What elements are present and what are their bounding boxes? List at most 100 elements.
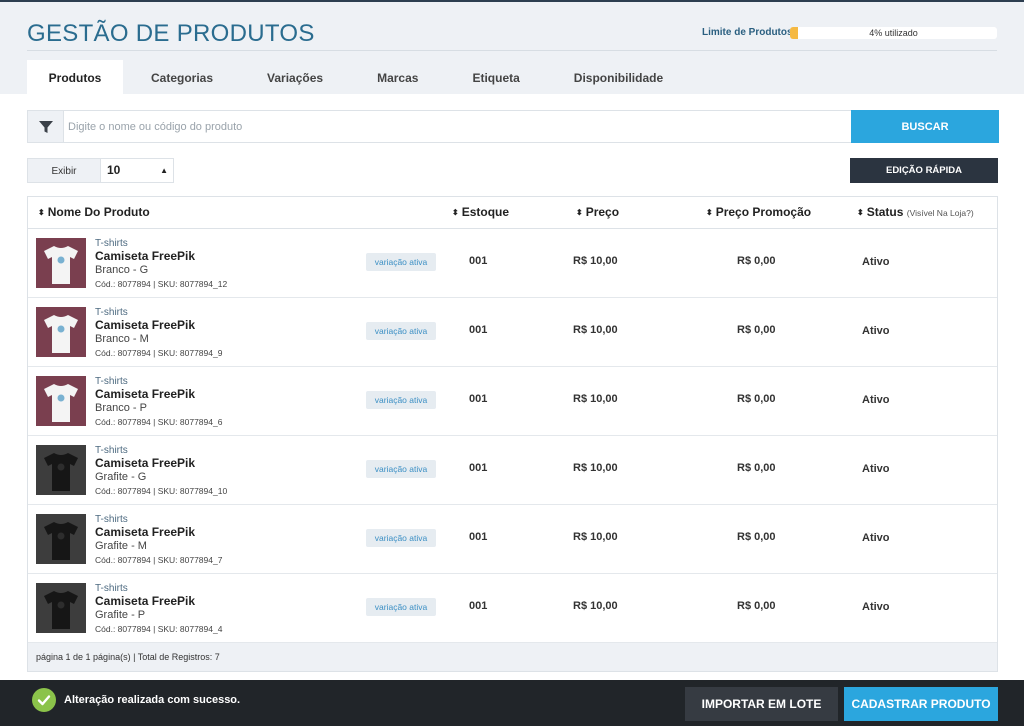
tab-bar: Produtos Categorias Variações Marcas Eti… (27, 60, 687, 96)
column-status-label: Status (866, 205, 904, 219)
promo-price-cell[interactable]: R$ 0,00 (737, 393, 776, 405)
promo-price-cell[interactable]: R$ 0,00 (737, 531, 776, 543)
column-header-status[interactable]: ⬍ Status (Visível Na Loja?) (857, 197, 974, 229)
column-price-label: Preço (585, 205, 620, 219)
sort-icon: ⬍ (706, 208, 713, 217)
product-thumbnail[interactable] (36, 514, 86, 564)
product-thumbnail[interactable] (36, 238, 86, 288)
table-footer: página 1 de 1 página(s) | Total de Regis… (27, 643, 998, 672)
product-code: Cód.: 8077894 | SKU: 8077894_6 (95, 417, 223, 427)
product-limit-progress: 4% utilizado (790, 27, 997, 39)
product-code: Cód.: 8077894 | SKU: 8077894_10 (95, 486, 228, 496)
status-cell[interactable]: Ativo (862, 325, 890, 337)
variation-active-badge: variação ativa (366, 253, 436, 271)
table-row[interactable]: T-shirts Camiseta FreePik Branco - M Cód.: … (28, 298, 997, 367)
table-row[interactable]: T-shirts Camiseta FreePik Grafite - M Cód.:… (28, 505, 997, 574)
select-arrows-icon: ▲ (160, 166, 168, 175)
price-cell[interactable]: R$ 10,00 (573, 255, 618, 267)
price-cell[interactable]: R$ 10,00 (573, 462, 618, 474)
column-name-label: Nome Do Produto (47, 205, 150, 219)
price-cell[interactable]: R$ 10,00 (573, 393, 618, 405)
stock-cell[interactable]: 001 (469, 255, 487, 267)
filter-button[interactable] (28, 111, 64, 142)
variation-active-badge: variação ativa (366, 529, 436, 547)
product-name[interactable]: Camiseta FreePik (95, 594, 195, 608)
success-message: Alteração realizada com sucesso. (64, 694, 241, 706)
status-cell[interactable]: Ativo (862, 256, 890, 268)
product-name[interactable]: Camiseta FreePik (95, 525, 195, 539)
register-product-button[interactable]: CADASTRAR PRODUTO (844, 687, 998, 721)
promo-price-cell[interactable]: R$ 0,00 (737, 462, 776, 474)
search-input[interactable] (64, 111, 851, 142)
product-thumbnail[interactable] (36, 307, 86, 357)
filter-icon (38, 120, 53, 133)
product-name[interactable]: Camiseta FreePik (95, 456, 195, 470)
column-header-name[interactable]: ⬍ Nome Do Produto (38, 197, 150, 229)
price-cell[interactable]: R$ 10,00 (573, 531, 618, 543)
table-row[interactable]: T-shirts Camiseta FreePik Branco - G Cód.: … (28, 229, 997, 298)
promo-price-cell[interactable]: R$ 0,00 (737, 600, 776, 612)
product-category: T-shirts (95, 445, 128, 456)
product-thumbnail[interactable] (36, 445, 86, 495)
product-category: T-shirts (95, 238, 128, 249)
import-batch-button[interactable]: IMPORTAR EM LOTE (685, 687, 838, 721)
product-name[interactable]: Camiseta FreePik (95, 318, 195, 332)
table-row[interactable]: T-shirts Camiseta FreePik Grafite - P Cód.:… (28, 574, 997, 643)
price-cell[interactable]: R$ 10,00 (573, 600, 618, 612)
products-table: ⬍ Nome Do Produto ⬍ Estoque ⬍ Preço ⬍ Preço … (27, 196, 998, 643)
status-cell[interactable]: Ativo (862, 601, 890, 613)
variation-active-badge: variação ativa (366, 460, 436, 478)
tab-categorias[interactable]: Categorias (127, 60, 237, 96)
header-divider (27, 50, 997, 51)
page-title: GESTÃO DE PRODUTOS (27, 20, 315, 47)
variation-active-badge: variação ativa (366, 391, 436, 409)
product-code: Cód.: 8077894 | SKU: 8077894_7 (95, 555, 223, 565)
product-variant: Branco - P (95, 402, 147, 414)
promo-price-cell[interactable]: R$ 0,00 (737, 255, 776, 267)
quick-edit-button[interactable]: EDIÇÃO RÁPIDA (850, 158, 998, 183)
product-name[interactable]: Camiseta FreePik (95, 387, 195, 401)
table-body: T-shirts Camiseta FreePik Branco - G Cód.: … (28, 229, 997, 643)
tab-disponibilidade[interactable]: Disponibilidade (550, 60, 687, 96)
stock-cell[interactable]: 001 (469, 531, 487, 543)
table-row[interactable]: T-shirts Camiseta FreePik Branco - P Cód.: … (28, 367, 997, 436)
product-name[interactable]: Camiseta FreePik (95, 249, 195, 263)
stock-cell[interactable]: 001 (469, 462, 487, 474)
product-variant: Grafite - P (95, 609, 146, 621)
product-category: T-shirts (95, 514, 128, 525)
status-cell[interactable]: Ativo (862, 394, 890, 406)
check-circle-icon (32, 688, 56, 712)
column-status-note: (Visível Na Loja?) (906, 208, 974, 218)
table-row[interactable]: T-shirts Camiseta FreePik Grafite - G Cód.:… (28, 436, 997, 505)
status-cell[interactable]: Ativo (862, 532, 890, 544)
stock-cell[interactable]: 001 (469, 600, 487, 612)
page-size-label: Exibir (27, 158, 101, 183)
column-header-stock[interactable]: ⬍ Estoque (452, 197, 509, 229)
page-header: GESTÃO DE PRODUTOS Limite de Produtos 4%… (0, 0, 1024, 96)
product-thumbnail[interactable] (36, 376, 86, 426)
tab-produtos[interactable]: Produtos (27, 60, 123, 96)
column-header-price[interactable]: ⬍ Preço (576, 197, 619, 229)
product-code: Cód.: 8077894 | SKU: 8077894_9 (95, 348, 223, 358)
sort-icon: ⬍ (38, 208, 45, 217)
price-cell[interactable]: R$ 10,00 (573, 324, 618, 336)
page-size-select[interactable]: 10 ▲ (101, 158, 174, 183)
tab-marcas[interactable]: Marcas (353, 60, 442, 96)
table-header: ⬍ Nome Do Produto ⬍ Estoque ⬍ Preço ⬍ Preço … (28, 197, 997, 229)
status-cell[interactable]: Ativo (862, 463, 890, 475)
page-size-value: 10 (107, 163, 121, 177)
column-header-promo[interactable]: ⬍ Preço Promoção (706, 197, 811, 229)
stock-cell[interactable]: 001 (469, 393, 487, 405)
sort-icon: ⬍ (452, 208, 459, 217)
column-promo-label: Preço Promoção (715, 205, 812, 219)
tab-variacoes[interactable]: Variações (243, 60, 347, 96)
product-thumbnail[interactable] (36, 583, 86, 633)
search-button[interactable]: BUSCAR (851, 110, 999, 143)
stock-cell[interactable]: 001 (469, 324, 487, 336)
tab-etiqueta[interactable]: Etiqueta (448, 60, 543, 96)
bottom-action-bar: Alteração realizada com sucesso. IMPORTA… (0, 680, 1024, 726)
promo-price-cell[interactable]: R$ 0,00 (737, 324, 776, 336)
column-stock-label: Estoque (461, 205, 510, 219)
main-content: BUSCAR Exibir 10 ▲ EDIÇÃO RÁPIDA ⬍Nome D… (0, 94, 1024, 680)
product-code: Cód.: 8077894 | SKU: 8077894_4 (95, 624, 223, 634)
